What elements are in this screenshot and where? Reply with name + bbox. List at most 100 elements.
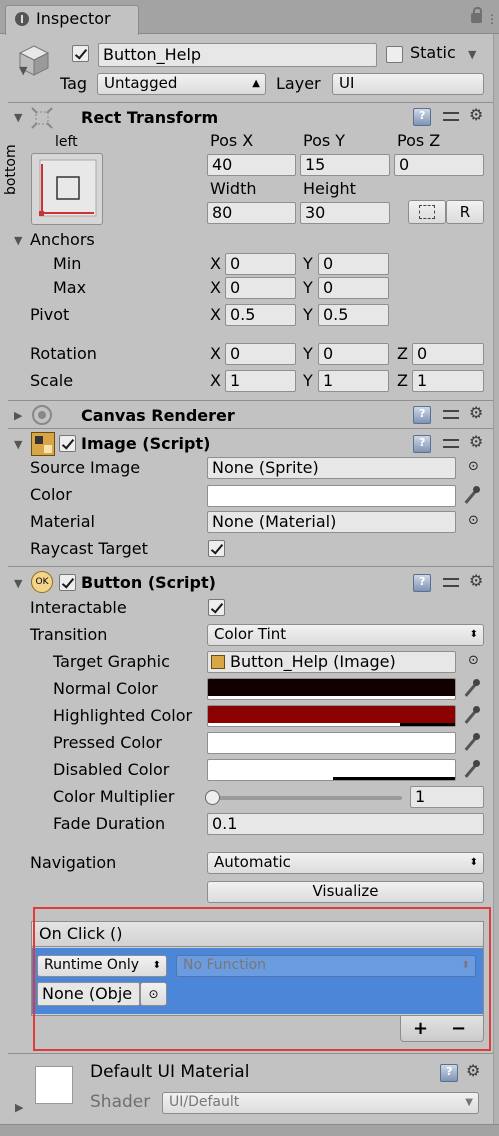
help-icon[interactable] <box>413 108 431 126</box>
rot-y-letter: Y <box>303 344 313 363</box>
fade-duration-input[interactable]: 0.1 <box>207 813 484 835</box>
interactable-checkbox[interactable] <box>208 599 225 616</box>
eyedropper-icon[interactable] <box>461 760 481 780</box>
gameobject-name-input[interactable]: Button_Help <box>98 43 377 67</box>
presets-icon[interactable] <box>442 435 460 453</box>
separator <box>8 400 493 401</box>
target-graphic-field[interactable]: Button_Help (Image) <box>207 651 456 673</box>
gear-icon[interactable]: ⚙ <box>469 403 483 422</box>
gear-icon[interactable]: ⚙ <box>469 571 483 590</box>
gameobject-active-checkbox[interactable] <box>72 45 89 62</box>
tag-label: Tag <box>60 74 88 93</box>
raw-edit-button[interactable]: R <box>446 200 484 224</box>
gameobject-dropdown-arrow[interactable]: ▼ <box>19 64 27 77</box>
pivot-y-letter: Y <box>303 305 313 324</box>
eyedropper-icon[interactable] <box>461 733 481 753</box>
layer-dropdown[interactable]: UI <box>332 73 484 95</box>
help-icon[interactable] <box>413 435 431 453</box>
pos-x-input[interactable]: 40 <box>207 154 296 176</box>
rotation-z-input[interactable]: 0 <box>412 343 484 365</box>
pivot-x-letter: X <box>210 305 221 324</box>
normal-color-field[interactable] <box>207 678 456 700</box>
pivot-y-input[interactable]: 0.5 <box>318 304 389 326</box>
object-picker-icon[interactable]: ⊙ <box>468 459 479 474</box>
anchor-min-y-input[interactable]: 0 <box>318 253 389 275</box>
bottom-tab-strip <box>0 1124 499 1136</box>
eyedropper-icon[interactable] <box>461 486 481 506</box>
rotation-x-input[interactable]: 0 <box>225 343 296 365</box>
gear-icon[interactable]: ⚙ <box>469 432 483 451</box>
tab-menu-icon[interactable]: ⋮ <box>486 12 498 26</box>
tag-dropdown[interactable]: Untagged ▲ <box>97 73 266 95</box>
highlighted-color-field[interactable] <box>207 705 456 727</box>
shader-dropdown[interactable]: UI/Default ▼ <box>162 1092 479 1114</box>
static-checkbox[interactable] <box>386 46 403 63</box>
help-icon[interactable] <box>440 1064 458 1082</box>
button-foldout[interactable]: ▼ <box>14 577 22 590</box>
min-label: Min <box>53 254 82 273</box>
source-image-field[interactable]: None (Sprite) <box>207 457 456 479</box>
color-multiplier-slider-thumb[interactable] <box>205 790 220 805</box>
transition-dropdown[interactable]: Color Tint ⬍ <box>207 624 484 646</box>
max-y-letter: Y <box>303 278 313 297</box>
color-label: Color <box>30 485 72 504</box>
blueprint-mode-button[interactable] <box>408 200 446 224</box>
color-multiplier-input[interactable]: 1 <box>410 786 484 808</box>
button-enabled-checkbox[interactable] <box>59 574 76 591</box>
presets-icon[interactable] <box>442 406 460 424</box>
image-foldout[interactable]: ▼ <box>14 438 22 451</box>
inspector-tab[interactable]: Inspector <box>5 5 139 35</box>
rect-transform-foldout[interactable]: ▼ <box>14 111 22 124</box>
button-component-icon: OK <box>31 571 53 593</box>
eyedropper-icon[interactable] <box>461 706 481 726</box>
pivot-x-input[interactable]: 0.5 <box>225 304 296 326</box>
static-dropdown-arrow[interactable]: ▼ <box>468 48 476 61</box>
material-field[interactable]: None (Material) <box>207 511 456 533</box>
pos-z-input[interactable]: 0 <box>394 154 484 176</box>
anchor-max-y-input[interactable]: 0 <box>318 277 389 299</box>
color-multiplier-label: Color Multiplier <box>53 787 175 806</box>
separator <box>8 1053 493 1054</box>
disabled-color-field[interactable] <box>207 759 456 781</box>
dotted-rect-icon <box>419 205 435 219</box>
inspector-tab-label: Inspector <box>36 9 111 28</box>
width-input[interactable]: 80 <box>207 202 296 224</box>
scrollbar[interactable] <box>493 34 499 1136</box>
object-picker-icon[interactable]: ⊙ <box>468 653 479 668</box>
visualize-button[interactable]: Visualize <box>207 881 484 903</box>
color-field[interactable] <box>207 485 456 507</box>
canvas-renderer-foldout[interactable]: ▶ <box>14 409 22 422</box>
scale-x-input[interactable]: 1 <box>225 370 296 392</box>
color-multiplier-slider-track[interactable] <box>210 796 402 800</box>
navigation-dropdown[interactable]: Automatic ⬍ <box>207 852 484 874</box>
gear-icon[interactable]: ⚙ <box>466 1061 480 1080</box>
layer-label: Layer <box>276 74 321 93</box>
image-title: Image (Script) <box>81 434 211 453</box>
scale-z-input[interactable]: 1 <box>412 370 484 392</box>
material-foldout[interactable]: ▶ <box>15 1101 23 1114</box>
anchors-foldout[interactable]: ▼ <box>14 234 22 247</box>
eyedropper-icon[interactable] <box>461 679 481 699</box>
help-icon[interactable] <box>413 406 431 424</box>
height-input[interactable]: 30 <box>300 202 390 224</box>
separator <box>8 428 493 429</box>
scale-label: Scale <box>30 371 74 390</box>
presets-icon[interactable] <box>442 574 460 592</box>
presets-icon[interactable] <box>442 108 460 126</box>
pos-y-label: Pos Y <box>303 131 346 150</box>
image-enabled-checkbox[interactable] <box>59 435 76 452</box>
pressed-color-field[interactable] <box>207 732 456 754</box>
help-icon[interactable] <box>413 574 431 592</box>
raycast-target-checkbox[interactable] <box>208 540 225 557</box>
highlighted-color-label: Highlighted Color <box>53 706 193 725</box>
rotation-y-input[interactable]: 0 <box>318 343 389 365</box>
lock-icon[interactable] <box>471 7 482 23</box>
transition-label: Transition <box>30 625 108 644</box>
pos-y-input[interactable]: 15 <box>300 154 390 176</box>
anchor-min-x-input[interactable]: 0 <box>225 253 296 275</box>
gear-icon[interactable]: ⚙ <box>469 105 483 124</box>
object-picker-icon[interactable]: ⊙ <box>468 513 479 528</box>
anchor-presets-button[interactable] <box>31 153 103 225</box>
scale-y-input[interactable]: 1 <box>318 370 389 392</box>
anchor-max-x-input[interactable]: 0 <box>225 277 296 299</box>
